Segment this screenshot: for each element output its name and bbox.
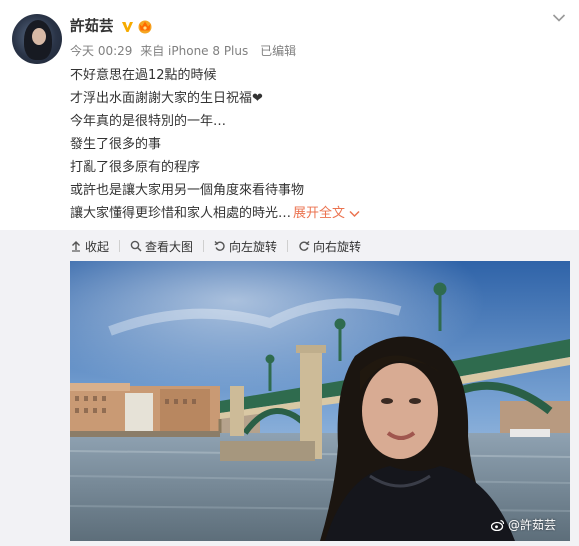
collapse-button[interactable]: 收起 bbox=[70, 238, 109, 255]
collapse-up-icon bbox=[72, 241, 80, 252]
search-icon bbox=[130, 240, 142, 252]
post-line: 讓大家懂得更珍惜和家人相處的時光… bbox=[70, 206, 292, 221]
post-line: 今年真的是很特別的一年… bbox=[70, 114, 227, 129]
media-panel: 收起 查看大图 向左旋转 向右旋转 @許茹芸 bbox=[0, 230, 579, 546]
weibo-logo-icon bbox=[490, 519, 505, 531]
rotate-right-button[interactable]: 向右旋转 bbox=[298, 238, 361, 255]
author-name[interactable]: 許茹芸 bbox=[70, 17, 114, 37]
post-meta: 今天 00:29 来自 iPhone 8 Plus 已编辑 bbox=[70, 43, 300, 59]
post-line: 才浮出水面謝謝大家的生日祝福❤ bbox=[70, 91, 263, 106]
media-toolbar: 收起 查看大图 向左旋转 向右旋转 bbox=[70, 236, 361, 256]
edited-label[interactable]: 已编辑 bbox=[260, 44, 296, 58]
post-text: 不好意思在過12點的時候 才浮出水面謝謝大家的生日祝福❤ 今年真的是很特別的一年… bbox=[70, 64, 565, 225]
verified-v-icon bbox=[122, 22, 133, 32]
toolbar-divider bbox=[203, 240, 205, 252]
watermark: @許茹芸 bbox=[490, 516, 556, 533]
post-line-last: 讓大家懂得更珍惜和家人相處的時光… 展开全文 bbox=[70, 202, 565, 225]
post-time[interactable]: 今天 00:29 bbox=[70, 44, 132, 58]
expand-label[interactable]: 展开全文 bbox=[293, 206, 345, 221]
rotate-right-label[interactable]: 向右旋转 bbox=[313, 238, 361, 255]
post-photo[interactable]: @許茹芸 bbox=[70, 261, 570, 541]
post-line: 打亂了很多原有的程序 bbox=[70, 160, 201, 175]
toolbar-divider bbox=[287, 240, 289, 252]
post-line: 不好意思在過12點的時候 bbox=[70, 68, 217, 83]
watermark-text: @許茹芸 bbox=[507, 518, 556, 532]
rotate-right-icon bbox=[299, 241, 310, 251]
chevron-down-icon[interactable] bbox=[349, 210, 360, 218]
vip-crown-icon bbox=[138, 20, 152, 34]
rotate-left-label[interactable]: 向左旋转 bbox=[229, 238, 277, 255]
weibo-post: 許茹芸 今天 00:29 来自 iPhone 8 Plus 已编辑 不好意思在過… bbox=[0, 0, 579, 546]
avatar[interactable] bbox=[12, 14, 62, 64]
rotate-left-icon bbox=[214, 241, 225, 251]
view-large-button[interactable]: 查看大图 bbox=[130, 238, 193, 255]
expand-full-text-link[interactable]: 展开全文 bbox=[293, 206, 360, 221]
view-large-label[interactable]: 查看大图 bbox=[145, 238, 193, 255]
toolbar-divider bbox=[119, 240, 121, 252]
post-line: 發生了很多的事 bbox=[70, 137, 162, 152]
post-source: 来自 iPhone 8 Plus bbox=[140, 44, 249, 58]
collapse-label[interactable]: 收起 bbox=[85, 238, 109, 255]
post-line: 或許也是讓大家用另一個角度來看待事物 bbox=[70, 183, 305, 198]
chevron-down-icon[interactable] bbox=[552, 13, 566, 23]
rotate-left-button[interactable]: 向左旋转 bbox=[214, 238, 277, 255]
selfie-by-river-bridge-photo bbox=[70, 261, 570, 541]
